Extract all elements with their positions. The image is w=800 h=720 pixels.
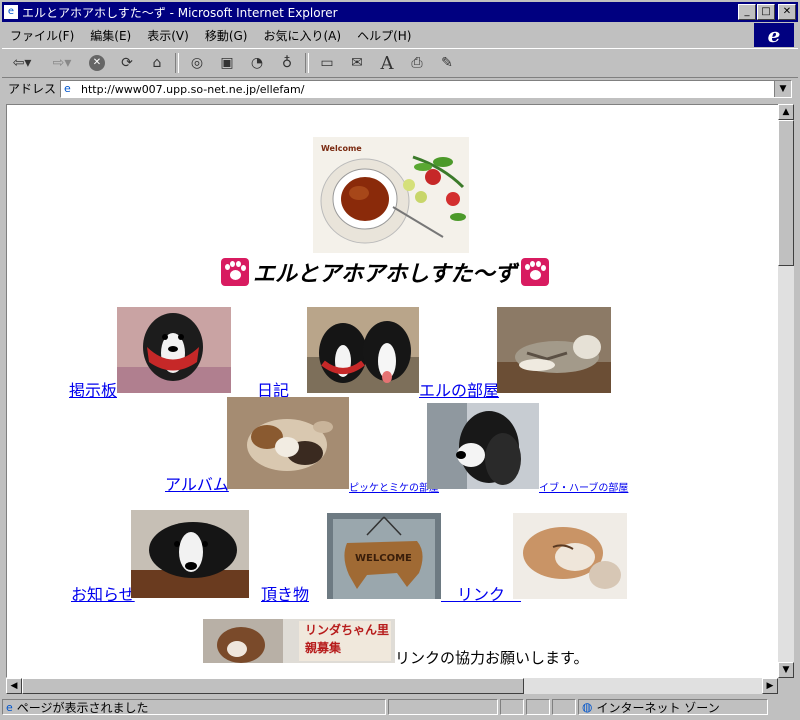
status-text: ページが表示されました (16, 700, 149, 715)
menu-view[interactable]: 表示(V) (139, 27, 197, 44)
paw-icon (221, 258, 249, 286)
status-bar: e ページが表示されました ◍ インターネット ゾーン (2, 696, 798, 718)
menu-bar: ファイル(F) 編集(E) 表示(V) 移動(G) お気に入り(A) ヘルプ(H… (2, 24, 750, 46)
link-gifts[interactable]: 頂き物 (261, 581, 309, 605)
welcome-label: Welcome (321, 144, 362, 153)
forward-icon[interactable]: ⇨▾ (44, 52, 80, 74)
close-button[interactable]: ✕ (778, 4, 796, 20)
scroll-left-icon[interactable]: ◀ (6, 678, 22, 694)
menu-file[interactable]: ファイル(F) (2, 27, 82, 44)
address-url: http://www007.upp.so-net.ne.jp/ellefam/ (81, 82, 305, 96)
address-input[interactable]: e http://www007.upp.so-net.ne.jp/ellefam… (60, 80, 792, 98)
paw-icon (520, 258, 549, 286)
link-album[interactable]: アルバム (165, 471, 229, 495)
stop-icon[interactable]: ✕ (84, 52, 110, 74)
back-icon[interactable]: ⇦▾ (4, 52, 40, 74)
window-title: エルとアホアホしすた〜ず - Microsoft Internet Explor… (22, 5, 338, 20)
edit-icon[interactable]: ✎ (434, 52, 460, 74)
print-icon[interactable]: ⎙ (404, 52, 430, 74)
banner-text: リンダちゃん里親募集 (305, 623, 390, 655)
refresh-icon[interactable]: ⟳ (114, 52, 140, 74)
menu-edit[interactable]: 編集(E) (82, 27, 139, 44)
cat-closeup-photo[interactable] (513, 513, 627, 599)
address-bar: アドレス e http://www007.upp.so-net.ne.jp/el… (2, 78, 798, 100)
maximize-button[interactable]: □ (757, 4, 775, 20)
svg-text:WELCOME: WELCOME (355, 553, 412, 564)
ie-logo-icon: e (754, 23, 794, 47)
address-label: アドレス (2, 80, 64, 98)
scroll-right-icon[interactable]: ▶ (762, 678, 778, 694)
vertical-scrollbar[interactable]: ▲ ▼ (778, 104, 794, 678)
vertical-scroll-thumb[interactable] (778, 120, 794, 266)
cats-playing-photo[interactable] (227, 397, 349, 489)
zone-text: インターネット ゾーン (596, 700, 720, 715)
dog-photo-bandana[interactable] (117, 307, 231, 393)
linda-foster-banner[interactable]: リンダちゃん里親募集 (203, 619, 395, 663)
link-bbs[interactable]: 掲示板 (69, 377, 117, 401)
menu-help[interactable]: ヘルプ(H) (349, 27, 419, 44)
fullscreen-icon[interactable]: ▭ (314, 52, 340, 74)
site-title: エルとアホアホしすた〜ず (253, 261, 517, 287)
title-bar: e エルとアホアホしすた〜ず - Microsoft Internet Expl… (2, 2, 798, 22)
menu-favorites[interactable]: お気に入り(A) (255, 27, 349, 44)
welcome-image: Welcome (313, 137, 469, 253)
browser-window: e エルとアホアホしすた〜ず - Microsoft Internet Expl… (0, 0, 800, 720)
status-page-icon: e (6, 700, 13, 714)
link-link[interactable]: リンク (441, 581, 521, 605)
link-eve-herb-room[interactable]: イブ・ハーブの部屋 (539, 479, 628, 494)
home-icon[interactable]: ⌂ (144, 52, 170, 74)
footer-text: リンクの協力お願いします。 (395, 649, 589, 667)
link-elle-room[interactable]: エルの部屋 (419, 377, 499, 401)
two-dogs-photo[interactable] (307, 307, 419, 393)
history-icon[interactable]: ◔ (244, 52, 270, 74)
link-news[interactable]: お知らせ (71, 581, 135, 605)
menu-go[interactable]: 移動(G) (197, 27, 256, 44)
minimize-button[interactable]: _ (738, 4, 756, 20)
page-icon: e (64, 82, 71, 95)
welcome-sign-photo[interactable]: WELCOME (327, 513, 441, 599)
status-text-cell: e ページが表示されました (2, 699, 386, 715)
scroll-down-icon[interactable]: ▼ (778, 662, 794, 678)
cat-sleeping-photo[interactable] (497, 307, 611, 393)
page-content: Welcome エルとアホアホしすた〜ず 掲示板 日記 エルの部屋 アルバム ピ… (6, 104, 780, 678)
internet-zone-icon: ◍ (582, 700, 593, 714)
mail-icon[interactable]: ✉ (344, 52, 370, 74)
horizontal-scroll-thumb[interactable] (22, 678, 524, 694)
page-heading: エルとアホアホしすた〜ず (221, 255, 565, 289)
toolbar: ⇦▾ ⇨▾ ✕ ⟳ ⌂ ◎ ▣ ◔ ♁ ▭ ✉ A ⎙ ✎ (2, 48, 798, 78)
favorites-icon[interactable]: ▣ (214, 52, 240, 74)
horizontal-scrollbar[interactable]: ◀ ▶ (6, 678, 778, 694)
font-icon[interactable]: A (374, 52, 400, 74)
channels-icon[interactable]: ♁ (274, 52, 300, 74)
scroll-up-icon[interactable]: ▲ (778, 104, 794, 120)
dog-resting-photo[interactable] (131, 510, 249, 598)
link-pikke-mike-room[interactable]: ピッケとミケの部屋 (349, 479, 439, 494)
search-icon[interactable]: ◎ (184, 52, 210, 74)
zone-cell: ◍ インターネット ゾーン (578, 699, 768, 715)
dog-profile-photo[interactable] (427, 403, 539, 489)
address-dropdown-icon[interactable]: ▼ (774, 81, 791, 97)
ie-page-icon: e (4, 5, 18, 19)
